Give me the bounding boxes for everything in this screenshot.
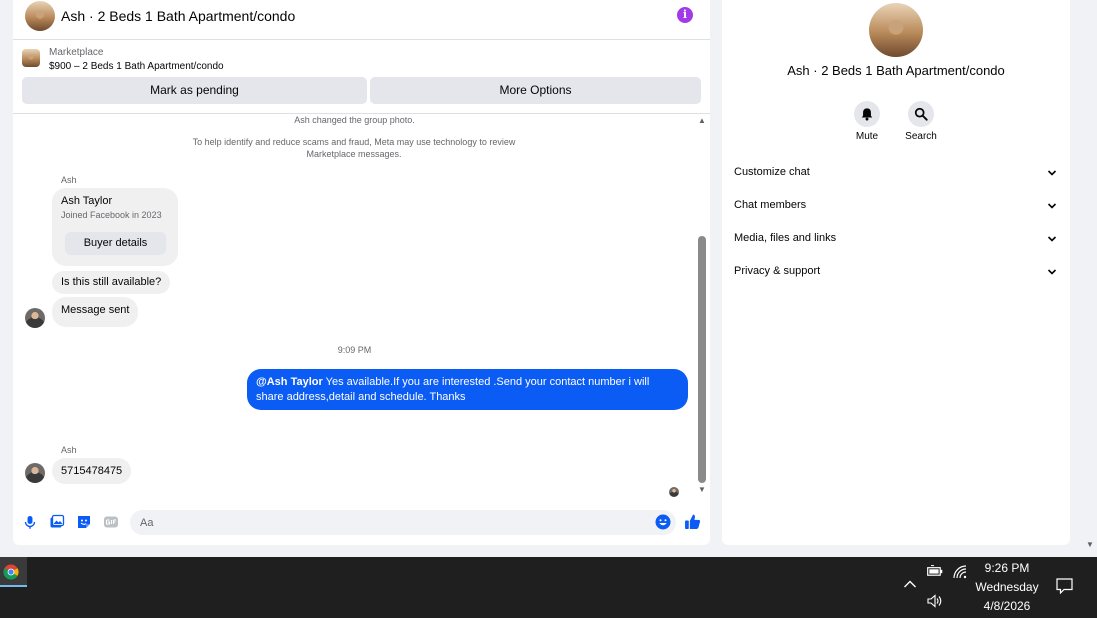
photo-icon[interactable] [49,514,65,530]
search-label: Search [905,131,937,142]
listing-type-label: Marketplace [49,47,104,58]
message-bubble[interactable]: 5715478475 [52,458,132,484]
emoji-icon[interactable] [655,514,671,530]
active-app-indicator [0,585,27,587]
scam-notice: To help identify and reduce scams and fr… [192,137,516,159]
buyer-details-button[interactable]: Buyer details [65,232,166,255]
sender-avatar[interactable] [25,308,45,328]
seen-indicator-avatar [669,487,679,497]
customize-chat-section[interactable]: Customize chat [734,163,1058,183]
clock-time[interactable]: 9:26 PM [965,561,1049,575]
chevron-down-icon [1047,170,1057,176]
buyer-card: Ash Taylor Joined Facebook in 2023 Buyer… [52,188,178,266]
section-label: Customize chat [734,166,810,178]
thumbs-up-icon[interactable] [684,513,701,530]
chat-avatar[interactable] [25,1,55,31]
section-label: Chat members [734,199,807,211]
scroll-down-arrow-icon[interactable]: ▼ [697,486,707,494]
chat-members-section[interactable]: Chat members [734,196,1058,216]
privacy-support-section[interactable]: Privacy & support [734,262,1058,282]
chat-title[interactable]: Ash · 2 Beds 1 Bath Apartment/condo [61,8,295,24]
outgoing-message-bubble[interactable]: @Ash Taylor Yes available.If you are int… [247,369,688,410]
page-scroll-down-arrow-icon[interactable]: ▼ [1085,541,1095,549]
search-button[interactable] [908,101,934,127]
search-icon [914,107,928,121]
chevron-up-icon[interactable] [903,579,917,589]
chrome-icon [3,564,19,580]
listing-title[interactable]: $900 – 2 Beds 1 Bath Apartment/condo [49,61,224,72]
conversation-title: Ash · 2 Beds 1 Bath Apartment/condo [787,63,1005,78]
divider [13,113,710,114]
info-icon[interactable]: i [677,7,693,23]
section-label: Media, files and links [734,232,837,244]
sender-avatar[interactable] [25,463,45,483]
volume-icon[interactable] [927,594,943,608]
chevron-down-icon [1047,269,1057,275]
section-label: Privacy & support [734,265,821,277]
taskbar: 9:26 PM Wednesday 4/8/2026 [0,557,1097,618]
buyer-name: Ash Taylor [61,195,113,207]
mark-as-pending-button[interactable]: Mark as pending [22,77,367,104]
conversation-info-panel: Ash · 2 Beds 1 Bath Apartment/condo Mute… [722,0,1070,545]
message-bubble[interactable]: Message sent [52,297,139,327]
conversation-avatar[interactable] [869,3,923,57]
clock-day[interactable]: Wednesday [965,580,1049,594]
sender-name: Ash [61,175,77,185]
battery-icon[interactable] [927,565,943,577]
chevron-down-icon [1047,203,1057,209]
media-files-links-section[interactable]: Media, files and links [734,229,1058,249]
mute-label: Mute [855,131,879,142]
timestamp-divider: 9:09 PM [337,345,372,355]
more-options-button[interactable]: More Options [370,77,701,104]
listing-thumbnail[interactable] [22,49,40,67]
message-input[interactable] [130,510,676,535]
scrollbar-thumb[interactable] [698,236,706,483]
taskbar-chrome-button[interactable] [0,557,27,587]
chat-panel: Ash · 2 Beds 1 Bath Apartment/condo i Ma… [13,0,710,545]
notifications-icon[interactable] [1056,578,1073,594]
message-bubble[interactable]: Is this still available? [52,271,171,294]
clock-date[interactable]: 4/8/2026 [965,599,1049,613]
chevron-down-icon [1047,236,1057,242]
microphone-icon[interactable] [22,514,38,530]
system-message: Ash changed the group photo. [294,115,415,125]
gif-icon[interactable] [103,514,119,530]
buyer-joined: Joined Facebook in 2023 [61,210,162,220]
scroll-up-arrow-icon[interactable]: ▲ [697,117,707,125]
sender-name: Ash [61,445,77,455]
mention[interactable]: @Ash Taylor [256,376,323,388]
sticker-icon[interactable] [76,514,92,530]
mute-button[interactable] [854,101,880,127]
bell-icon [861,108,873,121]
chat-header: Ash · 2 Beds 1 Bath Apartment/condo i [13,0,710,40]
